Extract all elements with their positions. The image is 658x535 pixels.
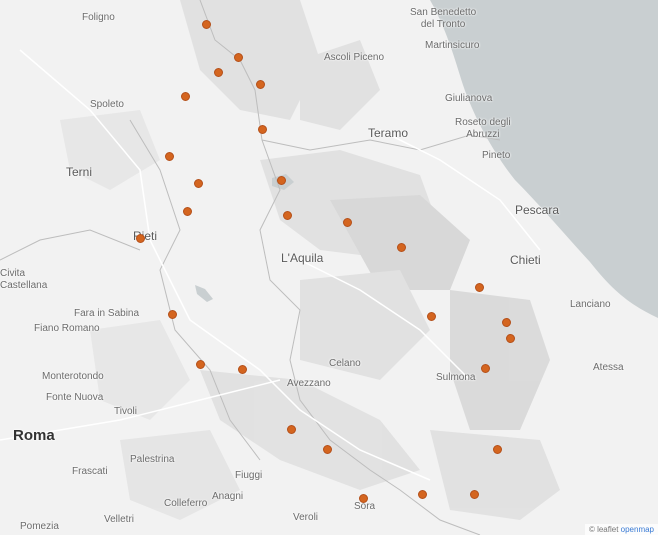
place-label-teramo: Teramo — [368, 126, 409, 140]
attribution-text: © leaflet — [588, 525, 621, 534]
map-marker[interactable] — [255, 79, 265, 89]
map-marker[interactable] — [276, 175, 286, 185]
place-label-foligno: Foligno — [82, 12, 115, 23]
map-marker[interactable] — [492, 444, 502, 454]
map-marker[interactable] — [480, 363, 490, 373]
map-marker[interactable] — [237, 364, 247, 374]
place-label-palestrina: Palestrina — [130, 454, 175, 465]
map-marker[interactable] — [417, 489, 427, 499]
map-marker[interactable] — [286, 424, 296, 434]
place-label-tivoli: Tivoli — [114, 406, 137, 417]
place-label-celano: Celano — [329, 358, 361, 369]
place-label-monterotondo: Monterotondo — [42, 371, 104, 382]
map-attribution: © leaflet openmap — [584, 524, 658, 535]
place-label-san-benedetto-del-tronto: San Benedetto del Tronto — [410, 7, 477, 30]
place-label-avezzano: Avezzano — [287, 378, 331, 389]
place-label-fonte-nuova: Fonte Nuova — [46, 392, 104, 403]
place-label-pescara: Pescara — [515, 203, 560, 217]
place-label-fara-in-sabina: Fara in Sabina — [74, 308, 140, 319]
map-marker[interactable] — [426, 311, 436, 321]
place-label-civita-castellana: Civita Castellana — [0, 268, 48, 291]
map-marker[interactable] — [182, 206, 192, 216]
place-label-pineto: Pineto — [482, 150, 511, 161]
map-marker[interactable] — [167, 309, 177, 319]
attribution-link[interactable]: openmap — [621, 525, 654, 534]
place-label-fiuggi: Fiuggi — [235, 470, 263, 481]
place-label-terni: Terni — [66, 165, 93, 179]
map-marker[interactable] — [282, 210, 292, 220]
place-label-sulmona: Sulmona — [436, 372, 476, 383]
place-label-atessa: Atessa — [593, 362, 624, 373]
map-marker[interactable] — [164, 151, 174, 161]
place-label-roma: Roma — [13, 427, 55, 444]
place-label-frascati: Frascati — [72, 466, 108, 477]
map-marker[interactable] — [213, 67, 223, 77]
place-label-anagni: Anagni — [212, 491, 244, 502]
map-marker[interactable] — [501, 317, 511, 327]
map-marker[interactable] — [474, 282, 484, 292]
map-marker[interactable] — [195, 359, 205, 369]
lake-turano — [195, 285, 213, 302]
place-label-spoleto: Spoleto — [90, 99, 124, 110]
map-marker[interactable] — [469, 489, 479, 499]
map-marker[interactable] — [201, 19, 211, 29]
map-view[interactable]: Foligno San Benedetto del Tronto Martins… — [0, 0, 658, 535]
place-label-sora: Sora — [354, 501, 376, 512]
map-marker[interactable] — [257, 124, 267, 134]
place-label-pomezia: Pomezia — [20, 521, 59, 532]
place-label-velletri: Velletri — [104, 514, 135, 525]
place-label-martinsicuro: Martinsicuro — [425, 40, 480, 51]
map-marker[interactable] — [180, 91, 190, 101]
place-label-fiano-romano: Fiano Romano — [34, 323, 100, 334]
map-marker[interactable] — [358, 493, 368, 503]
map-marker[interactable] — [396, 242, 406, 252]
place-label-giulianova: Giulianova — [445, 93, 493, 104]
place-label-lanciano: Lanciano — [570, 299, 611, 310]
map-marker[interactable] — [233, 52, 243, 62]
place-label-colleferro: Colleferro — [164, 498, 208, 509]
place-label-roseto-degli-abruzzi: Roseto degli Abruzzi — [455, 117, 511, 140]
map-base-layer — [0, 0, 658, 535]
map-marker[interactable] — [322, 444, 332, 454]
place-label-ascoli-piceno: Ascoli Piceno — [324, 52, 385, 63]
map-marker[interactable] — [135, 233, 145, 243]
place-label-laquila: L'Aquila — [281, 251, 324, 265]
place-label-veroli: Veroli — [293, 512, 319, 523]
map-marker[interactable] — [193, 178, 203, 188]
map-marker[interactable] — [342, 217, 352, 227]
map-marker[interactable] — [505, 333, 515, 343]
place-label-chieti: Chieti — [510, 253, 541, 267]
